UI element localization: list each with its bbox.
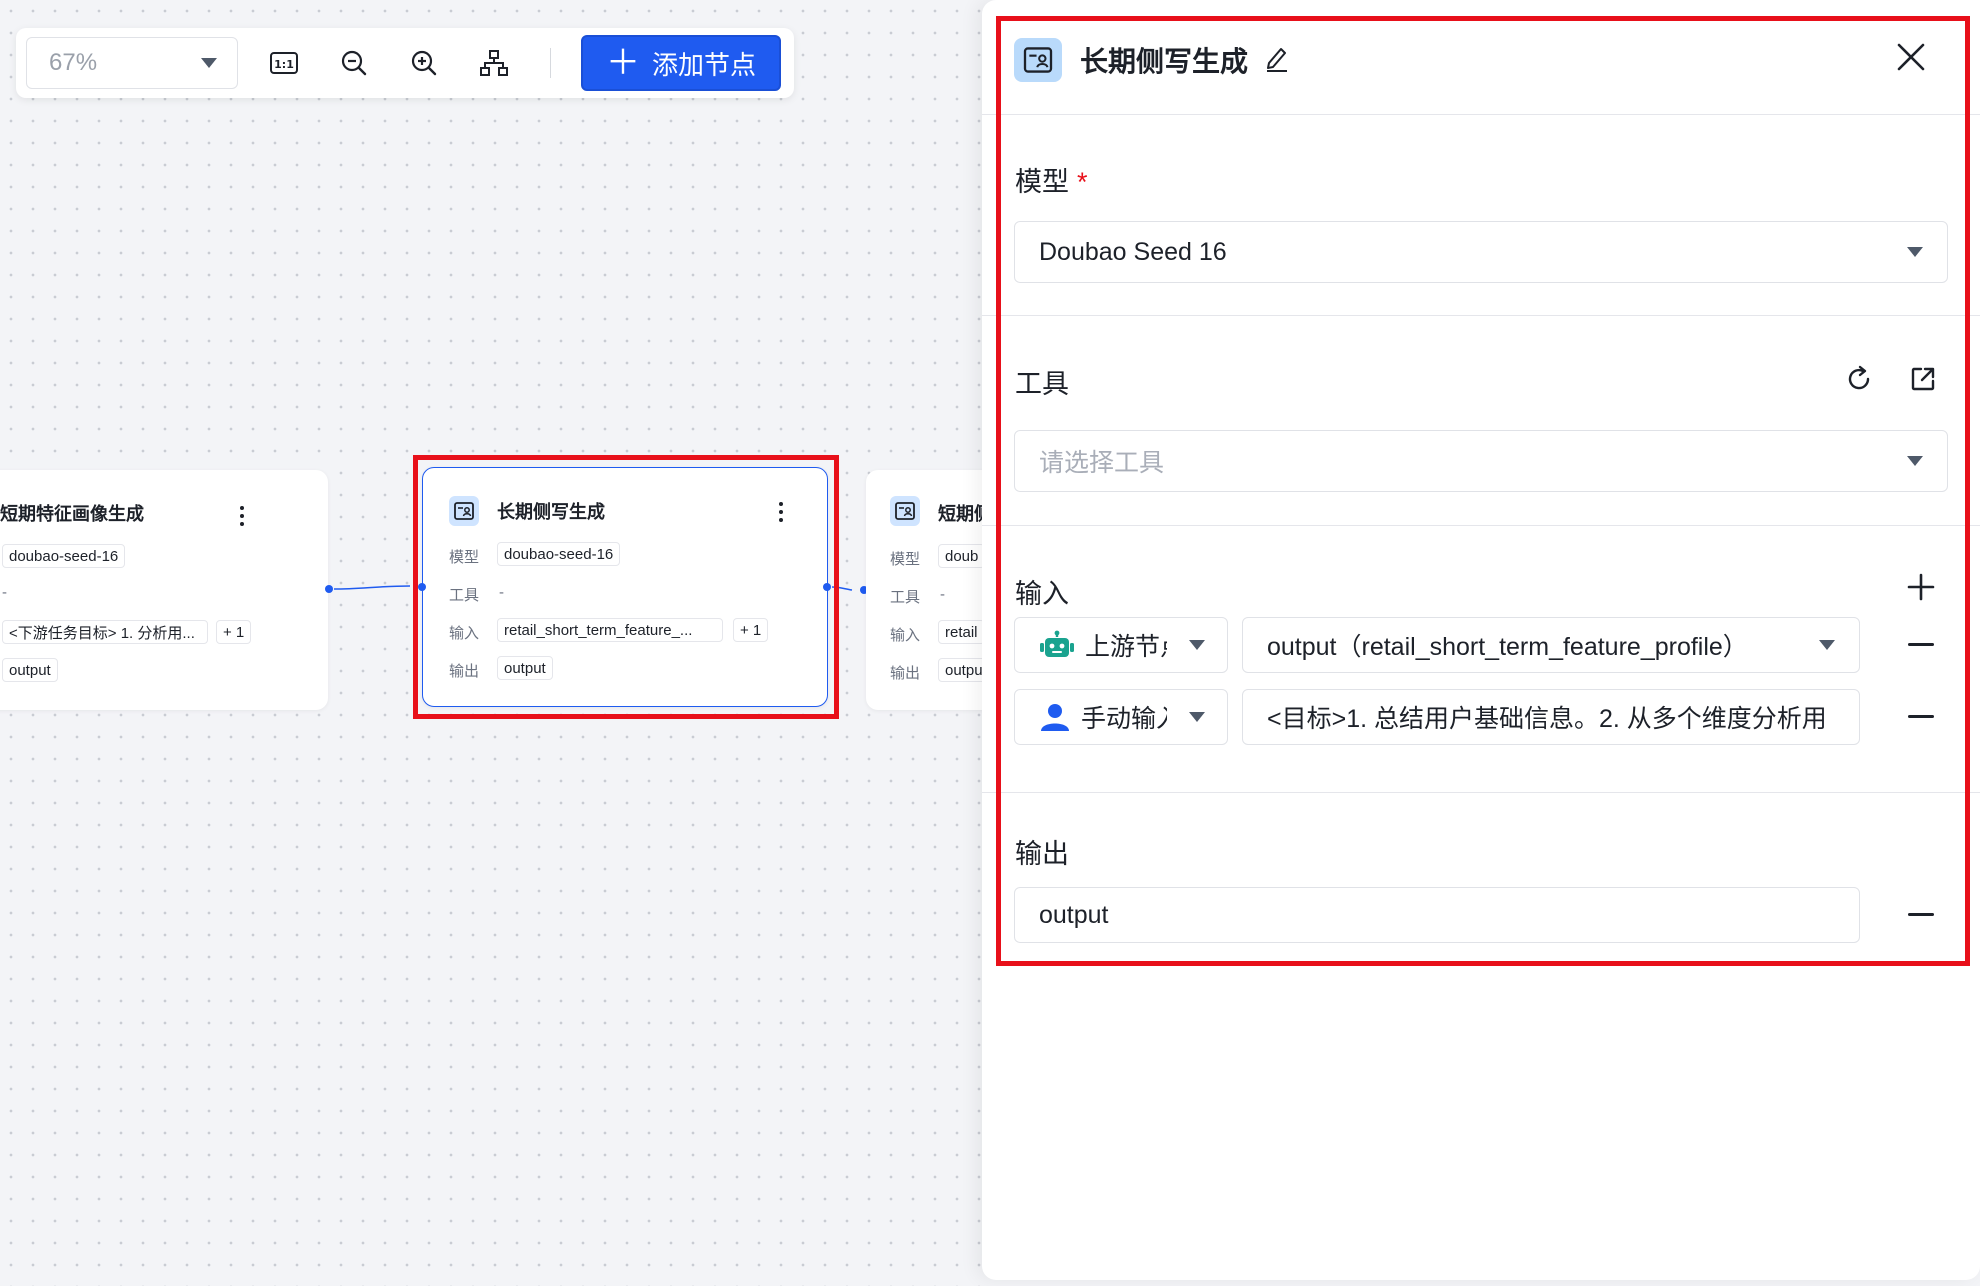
highlight-box-node	[413, 455, 839, 719]
highlight-box-panel	[996, 16, 1970, 966]
input-label: 输入	[890, 627, 921, 644]
node-model-chip: doub	[938, 544, 986, 568]
workflow-canvas[interactable]: 67% 1:1 ＋ 添加节点 短期特征画像生成 doubao-seed-16 -…	[0, 0, 1000, 1286]
output-label: 输出	[890, 665, 921, 682]
node-input-chip: retail	[938, 620, 985, 644]
model-label: 模型	[890, 551, 921, 568]
node-tool-value: -	[940, 586, 945, 603]
image-user-icon	[890, 496, 920, 526]
node-short-term-next[interactable]: 短期侧 模型 doub 工具 - 输入 retail 输出 outpu	[866, 470, 1000, 710]
tool-label: 工具	[890, 589, 921, 606]
